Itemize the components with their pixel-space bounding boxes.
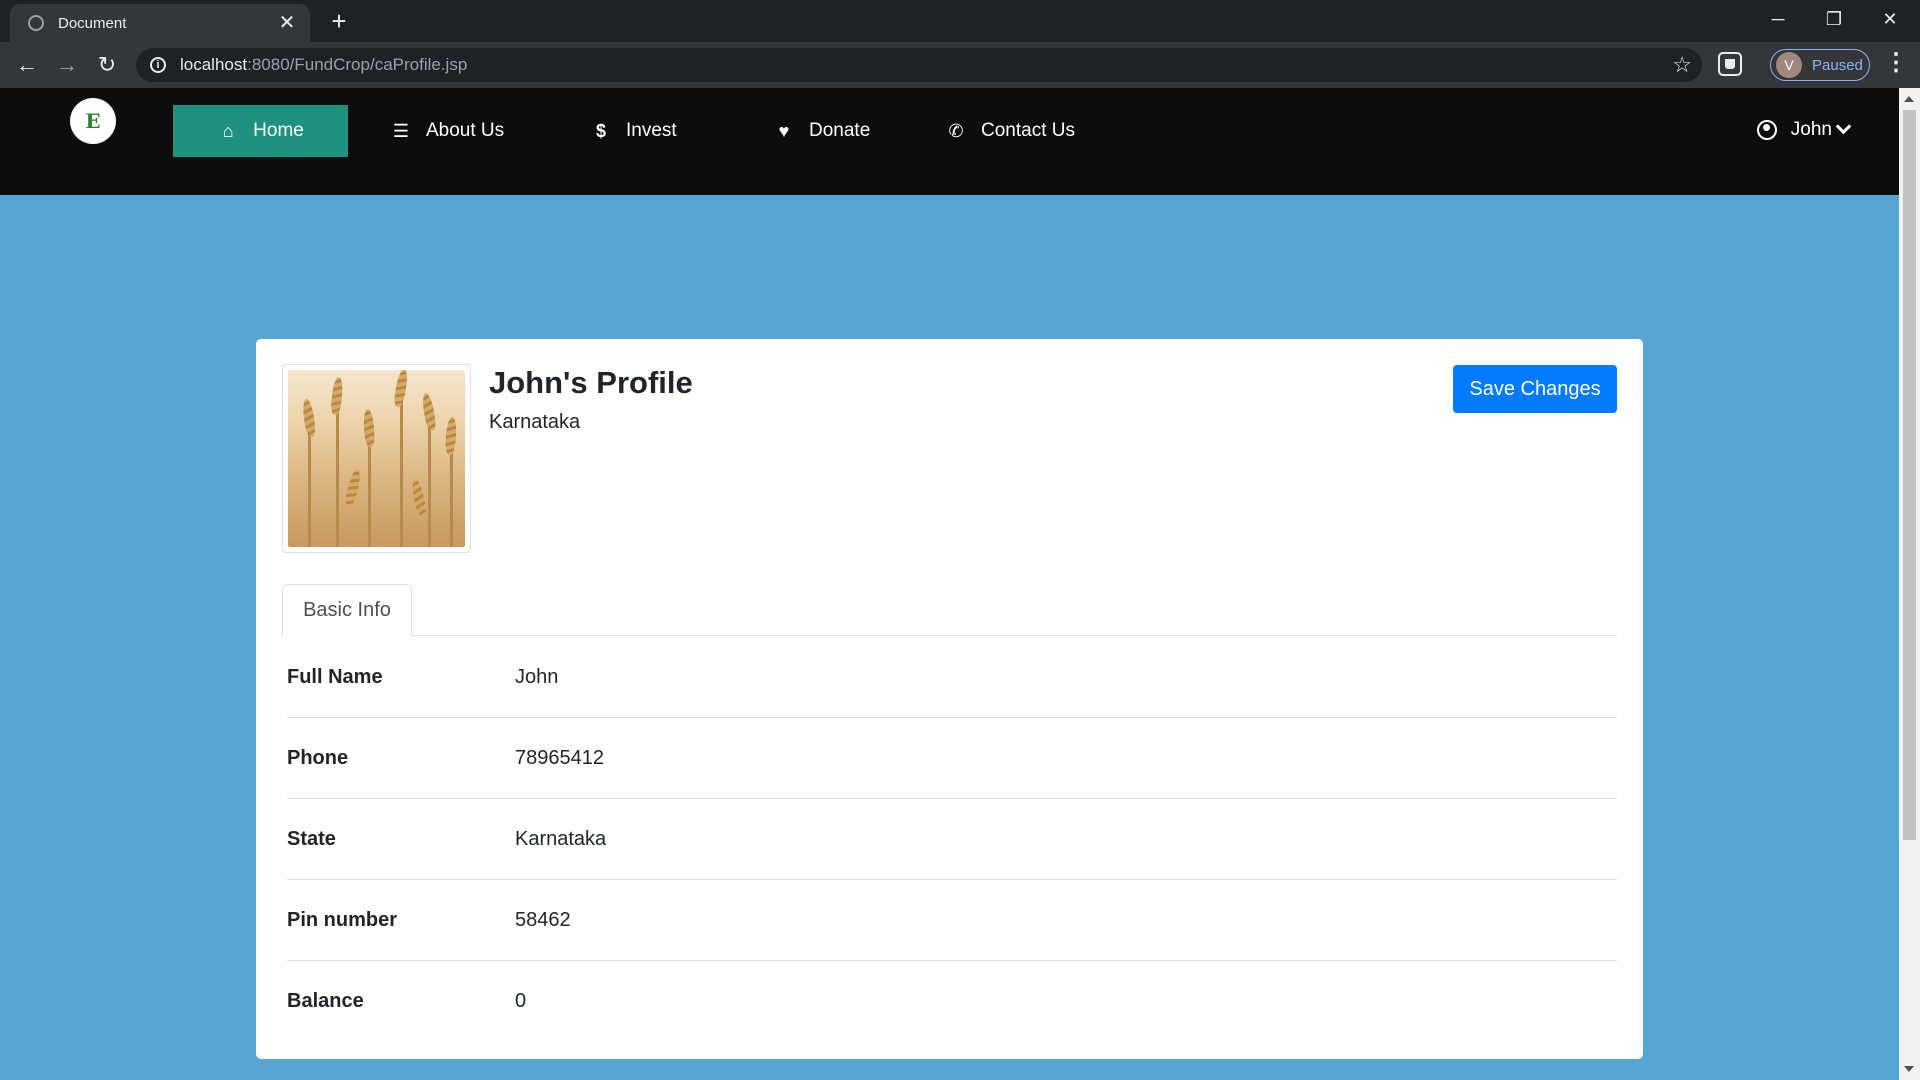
user-name: John: [1790, 119, 1832, 140]
save-changes-button[interactable]: Save Changes: [1453, 365, 1617, 413]
profile-card: John's Profile Karnataka Save Changes Ba…: [256, 339, 1643, 1059]
nav-home[interactable]: ⌂ Home: [173, 105, 348, 157]
info-row-state: State Karnataka: [287, 799, 1617, 880]
profile-status: Paused: [1812, 56, 1863, 74]
nav-about-label: About Us: [426, 120, 505, 141]
forward-button[interactable]: →: [50, 48, 84, 82]
info-label: Pin number: [287, 908, 398, 931]
info-label: Full Name: [287, 665, 383, 688]
info-row-full-name: Full Name John: [287, 637, 1617, 718]
minimize-button[interactable]: ─: [1750, 0, 1806, 38]
scroll-up-arrow[interactable]: [1904, 96, 1914, 102]
wheat-field-image: [288, 370, 465, 547]
site-logo[interactable]: E: [70, 98, 116, 144]
browser-menu-icon[interactable]: ⋮: [1884, 48, 1908, 77]
browser-tabstrip: Document ✕ + ─ ❐ ✕: [0, 0, 1920, 42]
profile-subtitle: Karnataka: [489, 411, 581, 433]
info-value: 78965412: [515, 746, 604, 769]
profile-photo: [282, 364, 471, 553]
info-value: John: [515, 665, 559, 688]
new-tab-button[interactable]: +: [324, 6, 354, 36]
nav-invest-label: Invest: [626, 120, 677, 141]
browser-profile-button[interactable]: V Paused: [1770, 49, 1870, 81]
info-value: 0: [515, 990, 527, 1012]
info-label: State: [287, 827, 336, 850]
back-button[interactable]: ←: [10, 48, 44, 82]
nav-home-label: Home: [253, 120, 304, 141]
info-value: Karnataka: [515, 827, 607, 850]
info-row-pin-number: Pin number 58462: [287, 880, 1617, 961]
site-info-icon[interactable]: i: [150, 57, 166, 73]
scroll-thumb[interactable]: [1903, 110, 1916, 840]
nav-donate-label: Donate: [809, 120, 871, 141]
scroll-down-arrow[interactable]: [1904, 1066, 1914, 1072]
info-value: 58462: [515, 908, 571, 931]
list-icon: ☰: [392, 120, 410, 141]
nav-donate[interactable]: ♥ Donate: [773, 105, 871, 157]
chevron-down-icon: [1835, 118, 1852, 134]
address-bar[interactable]: i localhost:8080/FundCrop/caProfile.jsp …: [136, 48, 1702, 82]
info-label: Phone: [287, 746, 349, 769]
home-icon: ⌂: [222, 120, 234, 141]
extension-icon[interactable]: [1718, 52, 1742, 76]
profile-avatar: V: [1776, 52, 1802, 78]
tab-basic-info[interactable]: Basic Info: [282, 584, 412, 637]
user-circle-icon: [1756, 120, 1777, 140]
basic-info-table: Full Name John Phone 78965412 State Karn…: [287, 637, 1617, 1042]
heart-icon: ♥: [778, 120, 790, 141]
reload-button[interactable]: ↻: [90, 48, 124, 82]
browser-toolbar: ← → ↻ i localhost:8080/FundCrop/caProfil…: [0, 42, 1920, 88]
restore-button[interactable]: ❐: [1806, 0, 1862, 38]
site-navbar: E ⌂ Home ☰ About Us $ Invest ♥ Donate ✆ …: [0, 88, 1899, 195]
url-path: :8080/FundCrop/caProfile.jsp: [247, 55, 468, 74]
info-row-phone: Phone 78965412: [287, 718, 1617, 799]
dollar-icon: $: [595, 120, 606, 141]
profile-title: John's Profile: [489, 365, 693, 400]
browser-tab[interactable]: Document ✕: [10, 4, 310, 42]
phone-icon: ✆: [948, 120, 964, 141]
user-menu[interactable]: John: [1756, 118, 1852, 141]
profile-tabs: Basic Info: [282, 584, 1617, 637]
page-viewport: E ⌂ Home ☰ About Us $ Invest ♥ Donate ✆ …: [0, 88, 1899, 1080]
close-tab-icon[interactable]: ✕: [276, 12, 298, 34]
nav-invest[interactable]: $ Invest: [590, 105, 677, 157]
url-host: localhost: [180, 55, 248, 74]
bookmark-star-icon[interactable]: ☆: [1672, 52, 1692, 78]
info-row-balance: Balance 0: [287, 961, 1617, 1042]
page-scrollbar[interactable]: [1899, 88, 1920, 1080]
nav-about-us[interactable]: ☰ About Us: [390, 105, 504, 157]
logo-letter: E: [85, 109, 101, 133]
close-window-button[interactable]: ✕: [1862, 0, 1918, 38]
nav-contact-label: Contact Us: [981, 120, 1075, 141]
globe-icon: [28, 15, 44, 31]
info-label: Balance: [287, 990, 364, 1012]
tab-title: Document: [58, 14, 127, 32]
nav-contact-us[interactable]: ✆ Contact Us: [945, 105, 1075, 157]
